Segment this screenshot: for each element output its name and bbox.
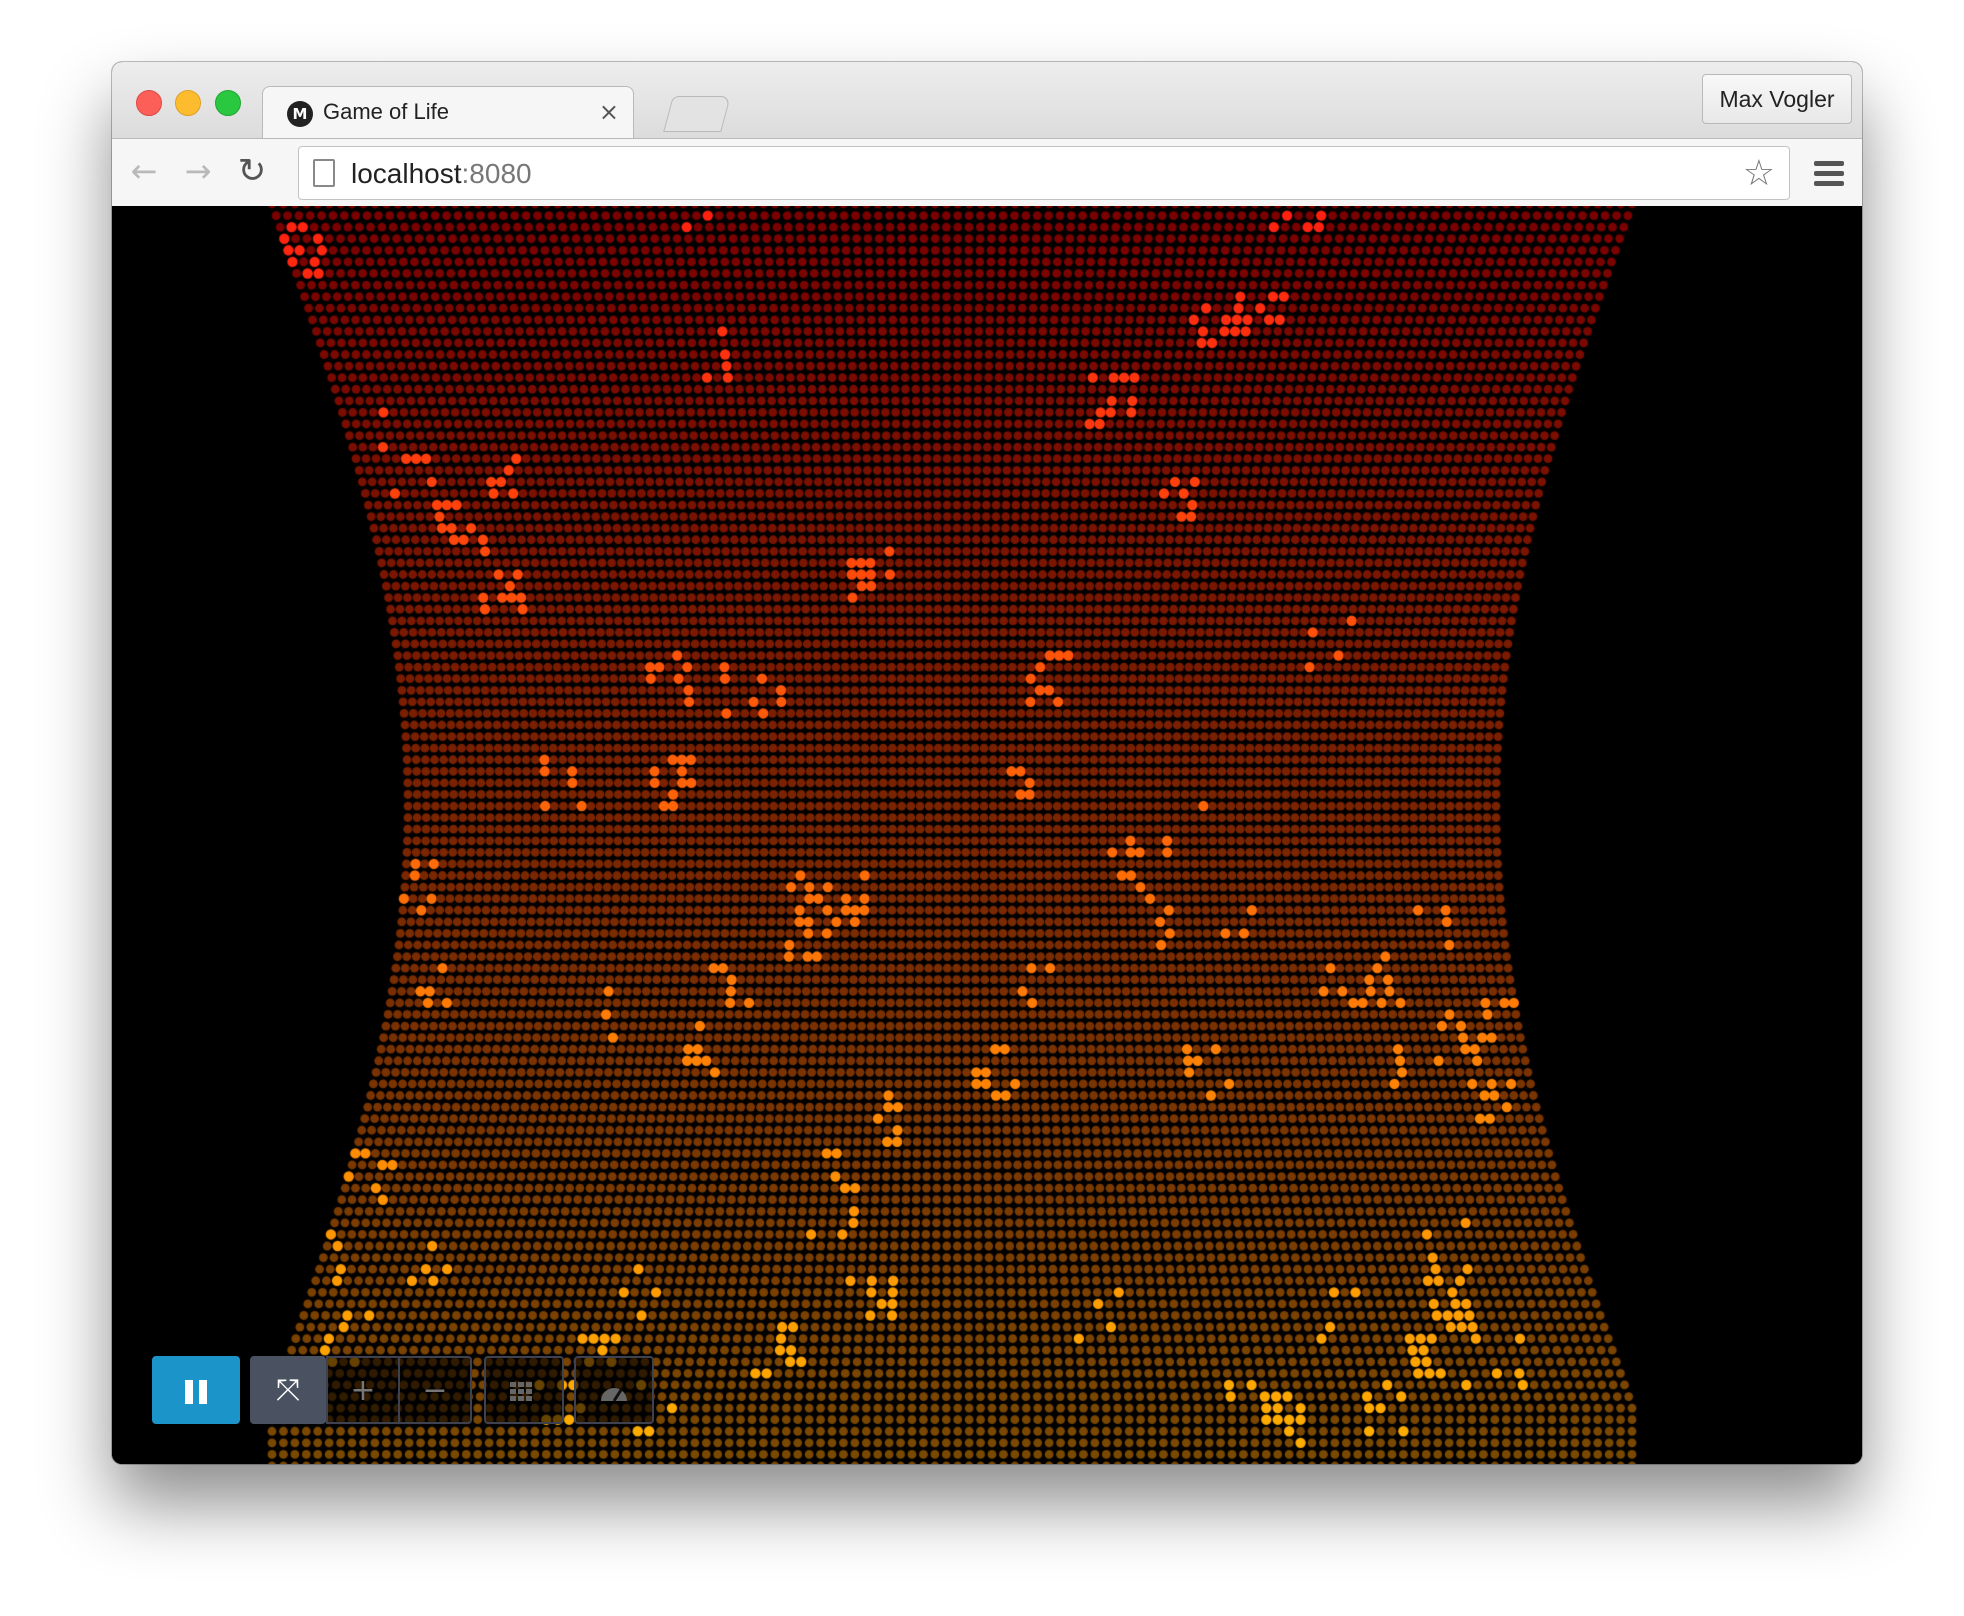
title-bar: M Game of Life × Max Vogler [112,62,1862,139]
grid-icon [510,1381,532,1401]
grid-toggle-button[interactable] [484,1356,564,1424]
new-tab-button[interactable] [663,96,731,132]
profile-button[interactable]: Max Vogler [1702,74,1852,124]
zoom-in-button[interactable]: + [326,1356,400,1424]
fullscreen-icon: ⤧ [276,1373,300,1408]
back-arrow-icon[interactable]: ← [124,151,164,191]
page-icon [313,159,335,187]
pause-icon [184,1379,208,1404]
speedometer-icon [601,1387,627,1402]
game-of-life-grid[interactable] [112,206,1862,1464]
minus-icon: − [422,1373,448,1408]
tab-title: Game of Life [323,99,449,124]
menu-icon[interactable] [1814,161,1844,191]
browser-toolbar: ← → ↻ localhost:8080 ☆ [112,138,1862,208]
speed-button[interactable] [574,1356,654,1424]
minimize-window-button[interactable] [175,90,201,116]
zoom-out-button[interactable]: − [398,1356,472,1424]
url-text[interactable]: localhost:8080 [351,158,532,190]
address-bar[interactable]: localhost:8080 ☆ [298,146,1790,200]
tab-game-of-life[interactable]: M Game of Life × [262,86,634,139]
plus-icon: + [350,1373,376,1408]
url-host: localhost [351,158,462,189]
fullscreen-button[interactable]: ⤧ [250,1356,326,1424]
pause-button[interactable] [152,1356,240,1424]
reload-icon[interactable]: ↻ [232,151,272,191]
favicon-icon: M [287,101,313,127]
url-port: :8080 [461,158,532,189]
game-viewport[interactable]: ⤧ + − [112,206,1862,1464]
maximize-window-button[interactable] [215,90,241,116]
tab-close-icon[interactable]: × [599,98,619,126]
browser-window: M Game of Life × Max Vogler ← → ↻ localh… [112,62,1862,1464]
bookmark-star-icon[interactable]: ☆ [1743,153,1775,194]
forward-arrow-icon[interactable]: → [178,151,218,191]
close-window-button[interactable] [136,90,162,116]
